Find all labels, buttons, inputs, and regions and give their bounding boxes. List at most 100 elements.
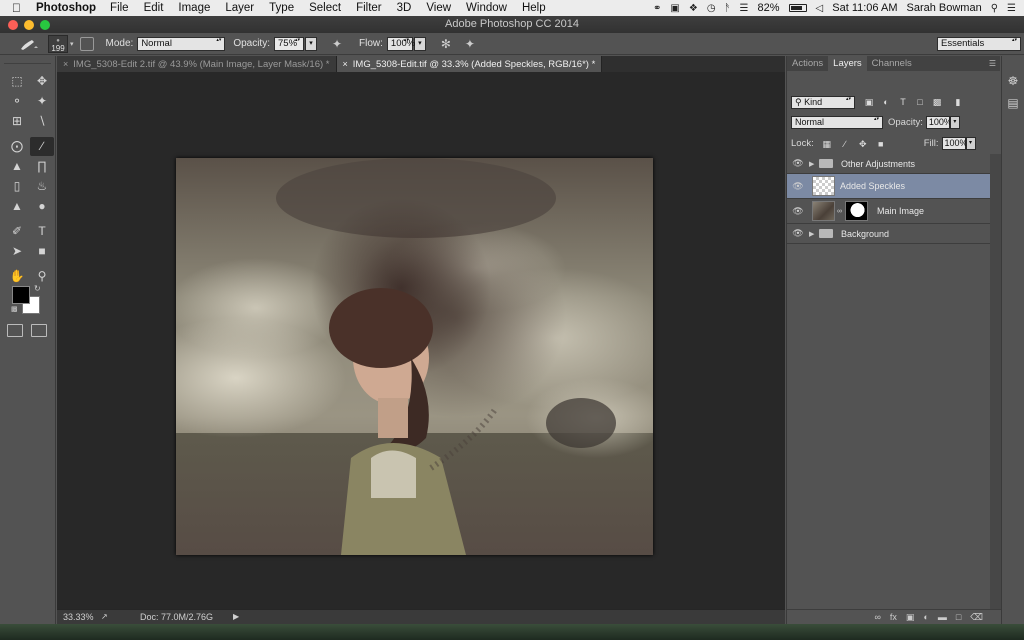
layer-opacity-dropdown-icon[interactable]: ▾	[949, 116, 960, 129]
fill-input[interactable]: 100%	[941, 137, 968, 150]
layer-row-added-speckles[interactable]: 👁 Added Speckles	[787, 174, 990, 199]
tool-preset-picker[interactable]	[18, 35, 46, 53]
eraser-tool-icon[interactable]: ▯	[5, 177, 29, 196]
eyedropper-tool-icon[interactable]: ∖	[30, 112, 54, 131]
canvas-area[interactable]	[57, 72, 785, 624]
tab-layers[interactable]: Layers	[828, 56, 867, 71]
lock-transparent-icon[interactable]: ▦	[822, 139, 832, 149]
fill-dropdown-icon[interactable]: ▾	[965, 137, 976, 150]
creative-cloud-icon[interactable]: ⚭	[653, 3, 661, 14]
zoom-window-button[interactable]	[40, 20, 50, 30]
filter-type-icon[interactable]: T	[897, 97, 909, 108]
pressure-size-icon[interactable]: ✦	[462, 36, 478, 52]
time-machine-icon[interactable]: ◷	[707, 3, 716, 14]
menu-image[interactable]: Image	[178, 2, 210, 14]
default-colors-icon[interactable]: ▩	[11, 305, 18, 313]
menu-layer[interactable]: Layer	[225, 2, 254, 14]
dodge-tool-icon[interactable]: ●	[30, 197, 54, 216]
volume-icon[interactable]: ◁	[816, 3, 824, 14]
filter-smart-object-icon[interactable]: ▩	[931, 97, 943, 108]
visibility-eye-icon[interactable]: 👁	[787, 206, 809, 217]
menu-3d[interactable]: 3D	[397, 2, 412, 14]
visibility-eye-icon[interactable]: 👁	[787, 158, 809, 169]
lock-all-icon[interactable]: ■	[876, 139, 886, 149]
menu-help[interactable]: Help	[522, 2, 546, 14]
layer-row-other-adjustments[interactable]: 👁 ▶ Other Adjustments	[787, 154, 990, 174]
layers-scrollbar[interactable]	[990, 154, 1001, 624]
brush-picker-arrow-icon[interactable]: ▾	[70, 40, 74, 48]
app-menu[interactable]: Photoshop	[36, 2, 96, 14]
toolbox-grip[interactable]	[4, 56, 51, 64]
close-tab-icon[interactable]: ×	[343, 59, 348, 69]
blend-mode-select[interactable]: Normal	[791, 116, 883, 129]
panel-menu-icon[interactable]: ☰	[989, 56, 996, 71]
tab-actions[interactable]: Actions	[787, 56, 828, 71]
foreground-color-swatch[interactable]	[12, 286, 30, 304]
blur-tool-icon[interactable]: ▲	[5, 197, 29, 216]
status-menu-arrow-icon[interactable]: ▶	[233, 610, 239, 624]
navigator-panel-icon[interactable]: ☸	[1006, 74, 1020, 88]
spotlight-icon[interactable]: ⚲	[991, 3, 998, 14]
workspace-select[interactable]: Essentials	[937, 37, 1021, 51]
type-tool-icon[interactable]: T	[30, 222, 54, 241]
new-adjustment-layer-icon[interactable]: ◐	[923, 612, 928, 622]
layer-mask-thumbnail[interactable]	[845, 201, 868, 221]
menu-view[interactable]: View	[426, 2, 451, 14]
magic-wand-tool-icon[interactable]: ✦	[30, 92, 54, 111]
brush-panel-toggle-icon[interactable]	[79, 36, 94, 51]
menu-type[interactable]: Type	[269, 2, 294, 14]
add-mask-icon[interactable]: ▣	[906, 612, 915, 623]
display-icon[interactable]: ▣	[670, 3, 679, 14]
dropbox-icon[interactable]: ❖	[689, 3, 698, 14]
quick-mask-icon[interactable]	[7, 324, 23, 337]
opacity-input[interactable]: 75%	[274, 36, 304, 51]
minimize-window-button[interactable]	[24, 20, 34, 30]
lock-pixels-icon[interactable]: ∕	[840, 139, 850, 149]
history-brush-tool-icon[interactable]: ∏	[30, 157, 54, 176]
visibility-eye-icon[interactable]: 👁	[787, 181, 809, 192]
layer-row-main-image[interactable]: 👁 ∞ Main Image	[787, 199, 990, 224]
screen-mode-icon[interactable]	[31, 324, 47, 337]
marquee-tool-icon[interactable]: ⬚	[5, 72, 29, 91]
menu-filter[interactable]: Filter	[356, 2, 382, 14]
zoom-level[interactable]: 33.33%	[63, 610, 94, 624]
clock[interactable]: Sat 11:06 AM	[832, 2, 897, 14]
paint-bucket-tool-icon[interactable]: ♨	[30, 177, 54, 196]
menu-edit[interactable]: Edit	[144, 2, 164, 14]
crop-tool-icon[interactable]: ⊞	[5, 112, 29, 131]
filter-toggle-icon[interactable]: ▮	[952, 97, 964, 108]
rectangle-tool-icon[interactable]: ■	[30, 242, 54, 261]
tab-channels[interactable]: Channels	[867, 56, 917, 71]
artwork-canvas[interactable]	[176, 158, 653, 555]
document-tab-edit-2[interactable]: × IMG_5308-Edit 2.tif @ 43.9% (Main Image…	[57, 56, 337, 72]
opacity-dropdown-icon[interactable]: ▾	[305, 36, 317, 51]
new-group-icon[interactable]: ▬	[938, 612, 947, 622]
filter-adjustment-icon[interactable]: ◐	[880, 97, 892, 108]
layer-row-background[interactable]: 👁 ▶ Background	[787, 224, 990, 244]
pressure-opacity-icon[interactable]: ✦	[329, 36, 345, 52]
apple-menu-icon[interactable]: 	[12, 1, 26, 15]
clone-stamp-tool-icon[interactable]: ▲	[5, 157, 29, 176]
lock-position-icon[interactable]: ✥	[858, 139, 868, 149]
mode-select[interactable]: Normal	[137, 36, 226, 51]
pen-tool-icon[interactable]: ✐	[5, 222, 29, 241]
expand-group-icon[interactable]: ▶	[809, 160, 819, 168]
airbrush-icon[interactable]: ✻	[438, 36, 454, 52]
layer-style-icon[interactable]: fx	[890, 612, 897, 622]
brush-size-picker[interactable]: ● 199	[48, 34, 68, 53]
flow-input[interactable]: 100%	[386, 36, 415, 51]
lasso-tool-icon[interactable]: ⚬	[5, 92, 29, 111]
new-layer-icon[interactable]: □	[956, 612, 961, 622]
layer-opacity-input[interactable]: 100%	[925, 116, 952, 129]
link-layers-icon[interactable]: ∞	[874, 612, 880, 622]
menu-window[interactable]: Window	[466, 2, 507, 14]
swap-colors-icon[interactable]: ↻	[34, 284, 41, 293]
healing-brush-tool-icon[interactable]: ⨀	[5, 137, 29, 156]
layer-filter-kind-select[interactable]: ⚲ Kind	[791, 96, 855, 109]
mask-link-icon[interactable]: ∞	[837, 208, 843, 215]
flow-dropdown-icon[interactable]: ▾	[413, 36, 426, 51]
battery-icon[interactable]	[788, 4, 807, 12]
notification-center-icon[interactable]: ☰	[1007, 3, 1016, 14]
menu-file[interactable]: File	[110, 2, 129, 14]
user-name[interactable]: Sarah Bowman	[906, 2, 981, 14]
